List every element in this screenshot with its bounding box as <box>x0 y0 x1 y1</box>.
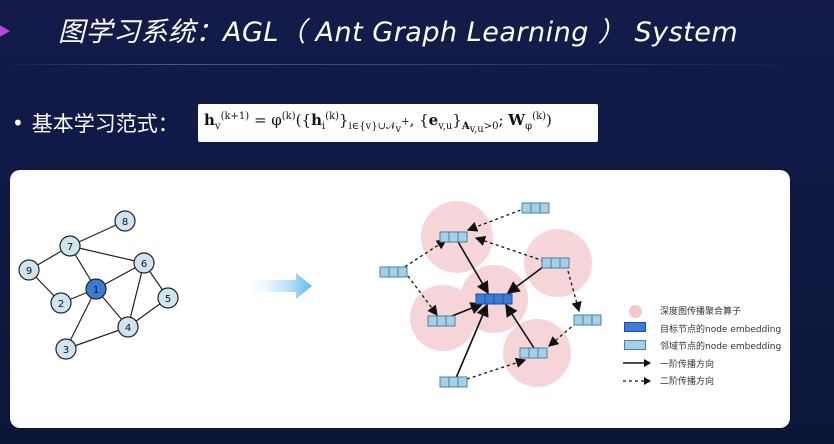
legend-item-second-order: 二阶传播方向 <box>622 372 792 390</box>
bullet-dot: • <box>12 111 24 135</box>
bullet-row: • 基本学习范式： <box>12 106 179 140</box>
neighbor-node-embedding <box>521 202 550 214</box>
graph-node-5: 5 <box>157 287 179 309</box>
graph-node-label: 6 <box>141 259 147 270</box>
graph-edge <box>69 245 145 264</box>
graph-node-1: 1 <box>85 278 107 300</box>
graph-node-label: 9 <box>26 266 32 277</box>
diagram-panel: 1 2 3 4 5 6 7 8 9 深度图传播聚合算子 目标节点的node embedding … <box>10 170 790 428</box>
graph-node-9: 9 <box>18 259 40 281</box>
graph-node-2: 2 <box>50 292 72 314</box>
graph-node-6: 6 <box>133 252 155 274</box>
neighbor-node-embedding <box>427 315 456 327</box>
legend-item-neighbor: 邻域节点的node embedding <box>622 337 792 355</box>
graph-node-label: 4 <box>125 323 131 334</box>
graph-node-7: 7 <box>59 235 81 257</box>
target-node-embedding <box>475 293 513 305</box>
graph-node-label: 3 <box>63 345 69 356</box>
title-accent <box>0 22 10 40</box>
neighbor-node-embedding <box>439 231 468 243</box>
solid-arrow-icon <box>622 357 652 369</box>
legend: 深度图传播聚合算子 目标节点的node embedding 邻域节点的node … <box>622 302 792 390</box>
formula-rendered: hv(k+1) = φ(k)({hi(k)}i∈{v}∪𝒩v+, {ev,u}A… <box>204 111 552 135</box>
neighbor-node-embedding <box>379 266 408 278</box>
neighbor-node-embedding <box>573 314 602 326</box>
bullet-label: 基本学习范式： <box>31 112 179 136</box>
graph-node-label: 8 <box>122 217 128 228</box>
legend-label: 邻域节点的node embedding <box>660 342 782 353</box>
graph-node-8: 8 <box>114 210 136 232</box>
legend-item-aggregation: 深度图传播聚合算子 <box>622 302 792 320</box>
graph-node-label: 2 <box>58 299 64 310</box>
neighbor-node-embedding <box>541 257 570 269</box>
graph-node-label: 7 <box>67 242 73 253</box>
neighbor-node-embedding <box>519 347 548 359</box>
slide-title: 图学习系统：AGL（ Ant Graph Learning ） System <box>58 17 739 48</box>
formula: hv(k+1) = φ(k)({hi(k)}i∈{v}∪𝒩v+, {ev,u}A… <box>198 104 598 142</box>
neighbor-node-embedding <box>439 376 468 388</box>
legend-item-target: 目标节点的node embedding <box>622 320 792 338</box>
neighbor-node-embedding-icon <box>622 339 652 352</box>
target-node-embedding-icon <box>622 322 652 334</box>
graph-node-label: 1 <box>93 285 99 296</box>
title-divider <box>0 64 834 65</box>
aggregation-circle-icon <box>622 304 652 318</box>
legend-label: 一阶传播方向 <box>660 359 715 370</box>
graph-node-4: 4 <box>117 316 139 338</box>
dashed-arrow-icon <box>622 375 652 387</box>
legend-label: 二阶传播方向 <box>660 377 715 388</box>
legend-label: 目标节点的node embedding <box>660 324 782 335</box>
legend-item-first-order: 一阶传播方向 <box>622 355 792 373</box>
graph-node-label: 5 <box>165 294 171 305</box>
transform-arrow-icon <box>248 273 312 299</box>
legend-label: 深度图传播聚合算子 <box>660 307 742 318</box>
graph-node-3: 3 <box>55 338 77 360</box>
input-graph: 1 2 3 4 5 6 7 8 9 <box>18 210 179 360</box>
